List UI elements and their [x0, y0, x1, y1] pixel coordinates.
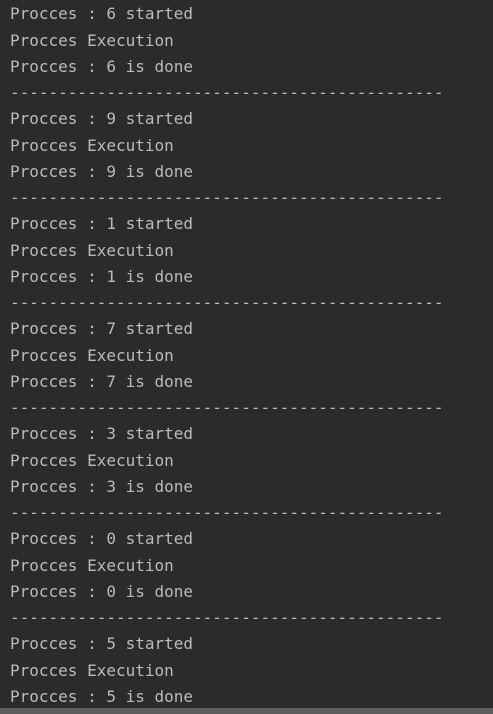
- separator-line: ----------------------------------------…: [10, 398, 444, 417]
- console-line: Procces : 6 started: [10, 4, 194, 23]
- console-line: Procces Execution: [10, 136, 174, 155]
- console-line: Procces : 0 started: [10, 529, 194, 548]
- console-line: Procces Execution: [10, 31, 174, 50]
- console-line: Procces : 5 started: [10, 634, 194, 653]
- console-line: Procces Execution: [10, 661, 174, 680]
- console-line: Procces : 9 is done: [10, 162, 194, 181]
- separator-line: ----------------------------------------…: [10, 503, 444, 522]
- console-line: Procces Execution: [10, 241, 174, 260]
- console-line: Procces : 9 started: [10, 109, 194, 128]
- console-line: Procces : 7 is done: [10, 372, 194, 391]
- console-line: Procces : 0 is done: [10, 582, 194, 601]
- separator-line: ----------------------------------------…: [10, 188, 444, 207]
- console-line: Procces Execution: [10, 451, 174, 470]
- console-line: Procces : 1 is done: [10, 267, 194, 286]
- separator-line: ----------------------------------------…: [10, 293, 444, 312]
- console-line: Procces : 3 started: [10, 424, 194, 443]
- console-line: Procces : 6 is done: [10, 57, 194, 76]
- horizontal-scrollbar[interactable]: [0, 708, 493, 714]
- console-line: Procces : 1 started: [10, 214, 194, 233]
- console-line: Procces : 7 started: [10, 319, 194, 338]
- console-line: Procces Execution: [10, 346, 174, 365]
- console-output: Procces : 6 started Procces Execution Pr…: [0, 0, 493, 714]
- separator-line: ----------------------------------------…: [10, 83, 444, 102]
- scrollbar-thumb[interactable]: [0, 708, 493, 714]
- console-line: Procces : 3 is done: [10, 477, 194, 496]
- console-line: Procces : 5 is done: [10, 687, 194, 706]
- separator-line: ----------------------------------------…: [10, 608, 444, 627]
- console-line: Procces Execution: [10, 556, 174, 575]
